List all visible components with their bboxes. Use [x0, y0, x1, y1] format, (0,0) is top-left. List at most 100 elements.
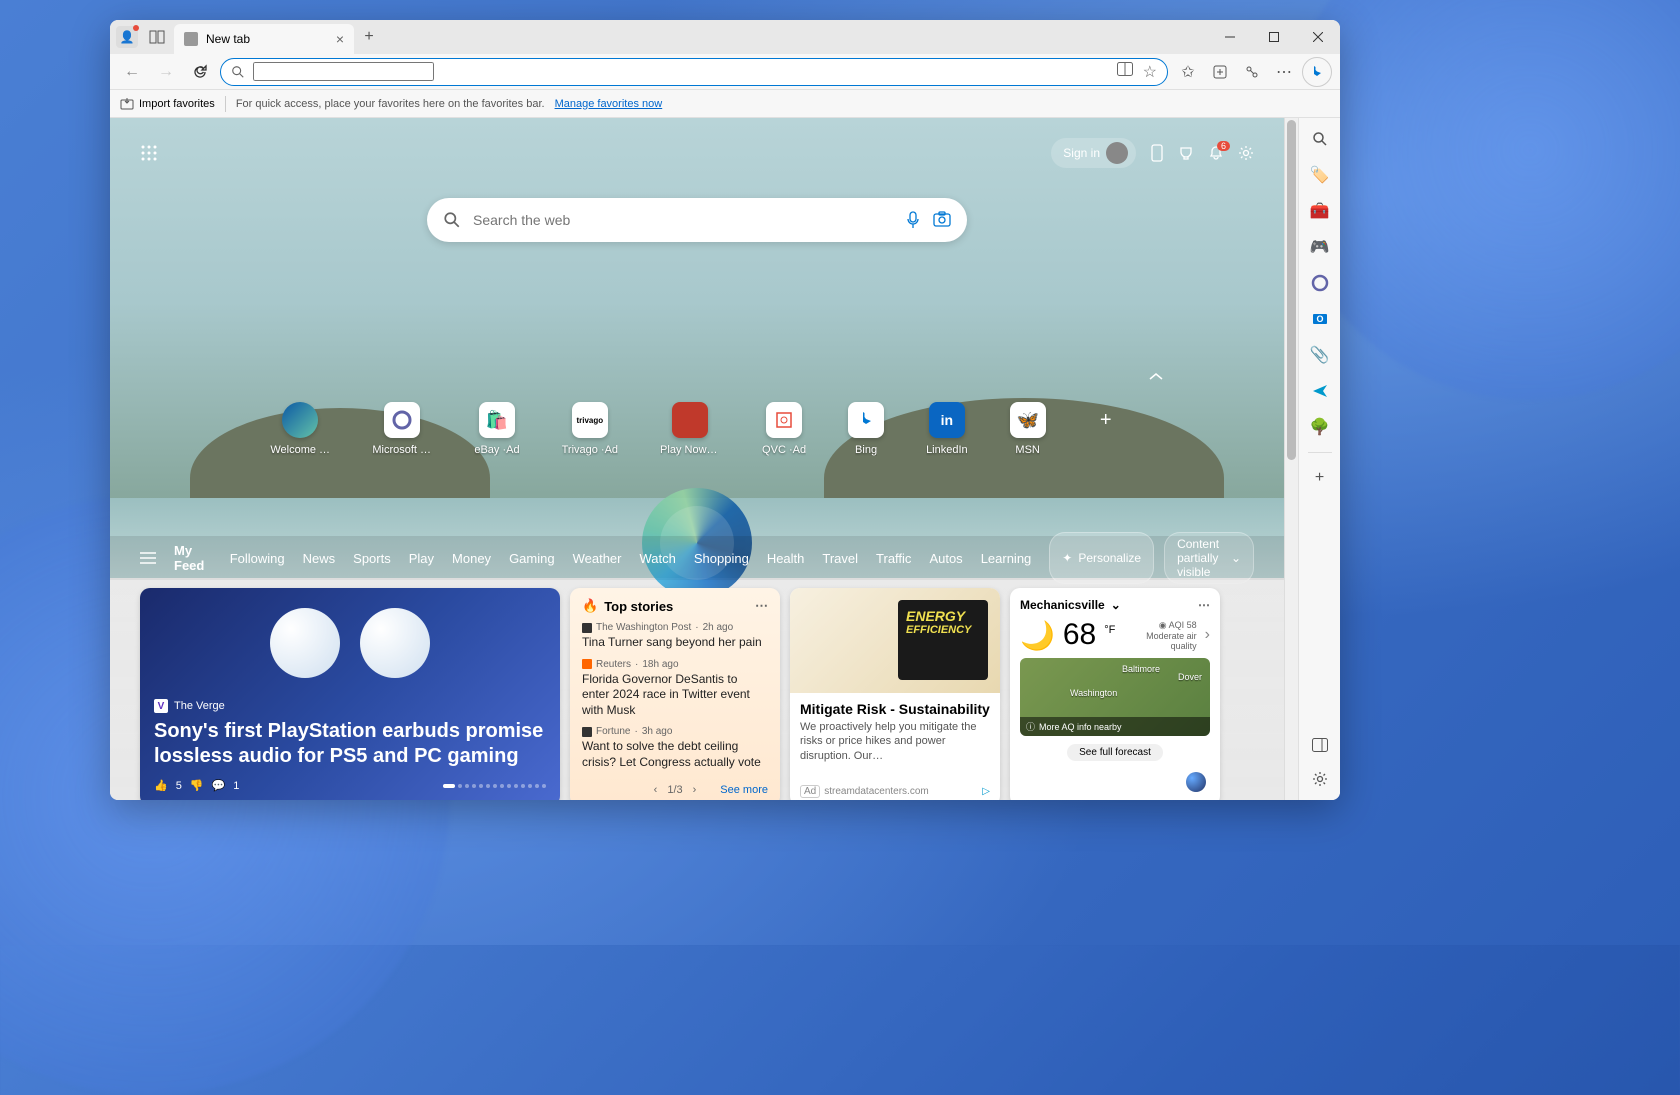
- quicklink-ebay[interactable]: 🛍️eBay ·Ad: [474, 402, 519, 456]
- feed-tab-autos[interactable]: Autos: [929, 551, 962, 566]
- ad-card[interactable]: Mitigate Risk - Sustainability We proact…: [790, 588, 1000, 800]
- globe-icon[interactable]: [1186, 772, 1206, 792]
- adchoices-icon[interactable]: ▷: [982, 786, 990, 797]
- story-item[interactable]: Fortune · 3h ago Want to solve the debt …: [582, 726, 768, 770]
- dislike-icon[interactable]: 👎: [190, 779, 204, 792]
- quick-links: Welcome to … Microsoft 365 🛍️eBay ·Ad tr…: [110, 402, 1284, 456]
- see-more-link[interactable]: See more: [720, 784, 768, 796]
- tab-new-tab[interactable]: New tab ×: [174, 24, 354, 54]
- close-window-button[interactable]: [1296, 20, 1340, 54]
- address-bar[interactable]: ☆: [220, 58, 1168, 86]
- card-menu-icon[interactable]: ⋯: [1198, 598, 1210, 612]
- feed-tab-news[interactable]: News: [303, 551, 336, 566]
- manage-favorites-link[interactable]: Manage favorites now: [555, 98, 663, 110]
- sidebar-add-icon[interactable]: +: [1309, 467, 1331, 489]
- feed-tab-money[interactable]: Money: [452, 551, 491, 566]
- forward-button[interactable]: →: [152, 58, 180, 86]
- voice-search-icon[interactable]: [905, 211, 921, 229]
- sidebar-shopping-icon[interactable]: 🏷️: [1309, 164, 1331, 186]
- quicklink-msn[interactable]: 🦋MSN: [1010, 402, 1046, 456]
- scrollbar[interactable]: [1284, 118, 1298, 800]
- collections-icon[interactable]: [1206, 58, 1234, 86]
- chevron-down-icon[interactable]: ⌄: [1111, 598, 1121, 612]
- feed-tab-traffic[interactable]: Traffic: [876, 551, 911, 566]
- see-forecast-button[interactable]: See full forecast: [1067, 744, 1163, 761]
- web-search-input[interactable]: [473, 212, 893, 228]
- quicklink-qvc[interactable]: QVC ·Ad: [762, 402, 806, 456]
- address-input[interactable]: [253, 62, 434, 81]
- fire-icon: 🔥: [582, 598, 598, 614]
- workspaces-icon[interactable]: [146, 26, 168, 48]
- image-search-icon[interactable]: [933, 211, 951, 229]
- quicklink-m365[interactable]: Microsoft 365: [372, 402, 432, 456]
- extensions-icon[interactable]: [1238, 58, 1266, 86]
- signin-button[interactable]: Sign in: [1051, 138, 1136, 168]
- feed-tab-health[interactable]: Health: [767, 551, 805, 566]
- feed-tab-learning[interactable]: Learning: [981, 551, 1032, 566]
- prev-icon[interactable]: ‹: [654, 784, 658, 796]
- sidebar-toggle-icon[interactable]: [1309, 734, 1331, 756]
- sidebar-settings-icon[interactable]: [1309, 768, 1331, 790]
- web-search-box[interactable]: [427, 198, 967, 242]
- quicklink-trivago[interactable]: trivagoTrivago ·Ad: [562, 402, 618, 456]
- favorite-star-icon[interactable]: ☆: [1143, 62, 1157, 82]
- sidebar-office-icon[interactable]: [1309, 272, 1331, 294]
- quicklink-bing[interactable]: Bing: [848, 402, 884, 456]
- personalize-button[interactable]: ✦ Personalize: [1049, 532, 1154, 584]
- titlebar-left: 👤: [110, 20, 168, 54]
- sidebar-tree-icon[interactable]: 🌳: [1309, 416, 1331, 438]
- menu-icon[interactable]: ⋯: [1270, 58, 1298, 86]
- feed-tab-sports[interactable]: Sports: [353, 551, 391, 566]
- content-visibility-dropdown[interactable]: Content partially visible ⌄: [1164, 532, 1254, 584]
- import-favorites-button[interactable]: Import favorites: [120, 97, 215, 111]
- card-menu-icon[interactable]: ⋯: [755, 598, 768, 614]
- scrollbar-thumb[interactable]: [1287, 120, 1296, 460]
- hero-story-card[interactable]: V The Verge Sony's first PlayStation ear…: [140, 588, 560, 800]
- back-button[interactable]: ←: [118, 58, 146, 86]
- new-tab-button[interactable]: +: [354, 20, 384, 54]
- feed-tab-weather[interactable]: Weather: [573, 551, 622, 566]
- like-icon[interactable]: 👍: [154, 779, 168, 792]
- maximize-button[interactable]: [1252, 20, 1296, 54]
- collapse-chevron-icon[interactable]: [1148, 372, 1164, 382]
- tab-close-icon[interactable]: ×: [336, 31, 344, 47]
- feed-tab-watch[interactable]: Watch: [640, 551, 676, 566]
- feed-tab-travel[interactable]: Travel: [822, 551, 858, 566]
- refresh-button[interactable]: [186, 58, 214, 86]
- chevron-right-icon[interactable]: ›: [1205, 626, 1210, 644]
- apps-launcher-icon[interactable]: [140, 144, 158, 162]
- add-quicklink-button[interactable]: +: [1088, 402, 1124, 438]
- bing-button[interactable]: [1302, 57, 1332, 87]
- quicklink-playnow[interactable]: Play Now ·Ad: [660, 402, 720, 456]
- sidebar-outlook-icon[interactable]: O: [1309, 308, 1331, 330]
- feed-tab-following[interactable]: Following: [230, 551, 285, 566]
- next-icon[interactable]: ›: [693, 784, 697, 796]
- quicklink-welcome[interactable]: Welcome to …: [270, 402, 330, 456]
- story-item[interactable]: Reuters · 18h ago Florida Governor DeSan…: [582, 659, 768, 719]
- feed-nav: My Feed Following News Sports Play Money…: [110, 536, 1284, 580]
- mobile-icon[interactable]: [1150, 144, 1164, 162]
- feed-tab-gaming[interactable]: Gaming: [509, 551, 555, 566]
- sidebar-search-icon[interactable]: [1309, 128, 1331, 150]
- sidebar-tools-icon[interactable]: 🧰: [1309, 200, 1331, 222]
- weather-card[interactable]: Mechanicsville ⌄ ⋯ 🌙 68 °F ◉ AQI 58 Mode…: [1010, 588, 1220, 800]
- feed-menu-icon[interactable]: [140, 552, 156, 564]
- reading-view-icon[interactable]: [1117, 62, 1133, 82]
- feed-tab-shopping[interactable]: Shopping: [694, 551, 749, 566]
- sidebar-drop-icon[interactable]: 📎: [1309, 344, 1331, 366]
- comment-icon[interactable]: 💬: [212, 779, 226, 792]
- quicklink-linkedin[interactable]: inLinkedIn: [926, 402, 968, 456]
- rewards-icon[interactable]: [1178, 145, 1194, 161]
- notifications-icon[interactable]: 6: [1208, 145, 1224, 161]
- profile-icon[interactable]: 👤: [116, 26, 138, 48]
- feed-tab-myfeed[interactable]: My Feed: [174, 543, 212, 573]
- favorites-icon[interactable]: ✩: [1174, 58, 1202, 86]
- minimize-button[interactable]: [1208, 20, 1252, 54]
- sidebar-games-icon[interactable]: 🎮: [1309, 236, 1331, 258]
- hero-pager[interactable]: [443, 784, 546, 788]
- weather-map[interactable]: Baltimore Dover Washington ⓘMore AQ info…: [1020, 658, 1210, 736]
- sidebar-send-icon[interactable]: [1309, 380, 1331, 402]
- feed-tab-play[interactable]: Play: [409, 551, 434, 566]
- story-item[interactable]: The Washington Post · 2h ago Tina Turner…: [582, 622, 768, 651]
- settings-gear-icon[interactable]: [1238, 145, 1254, 161]
